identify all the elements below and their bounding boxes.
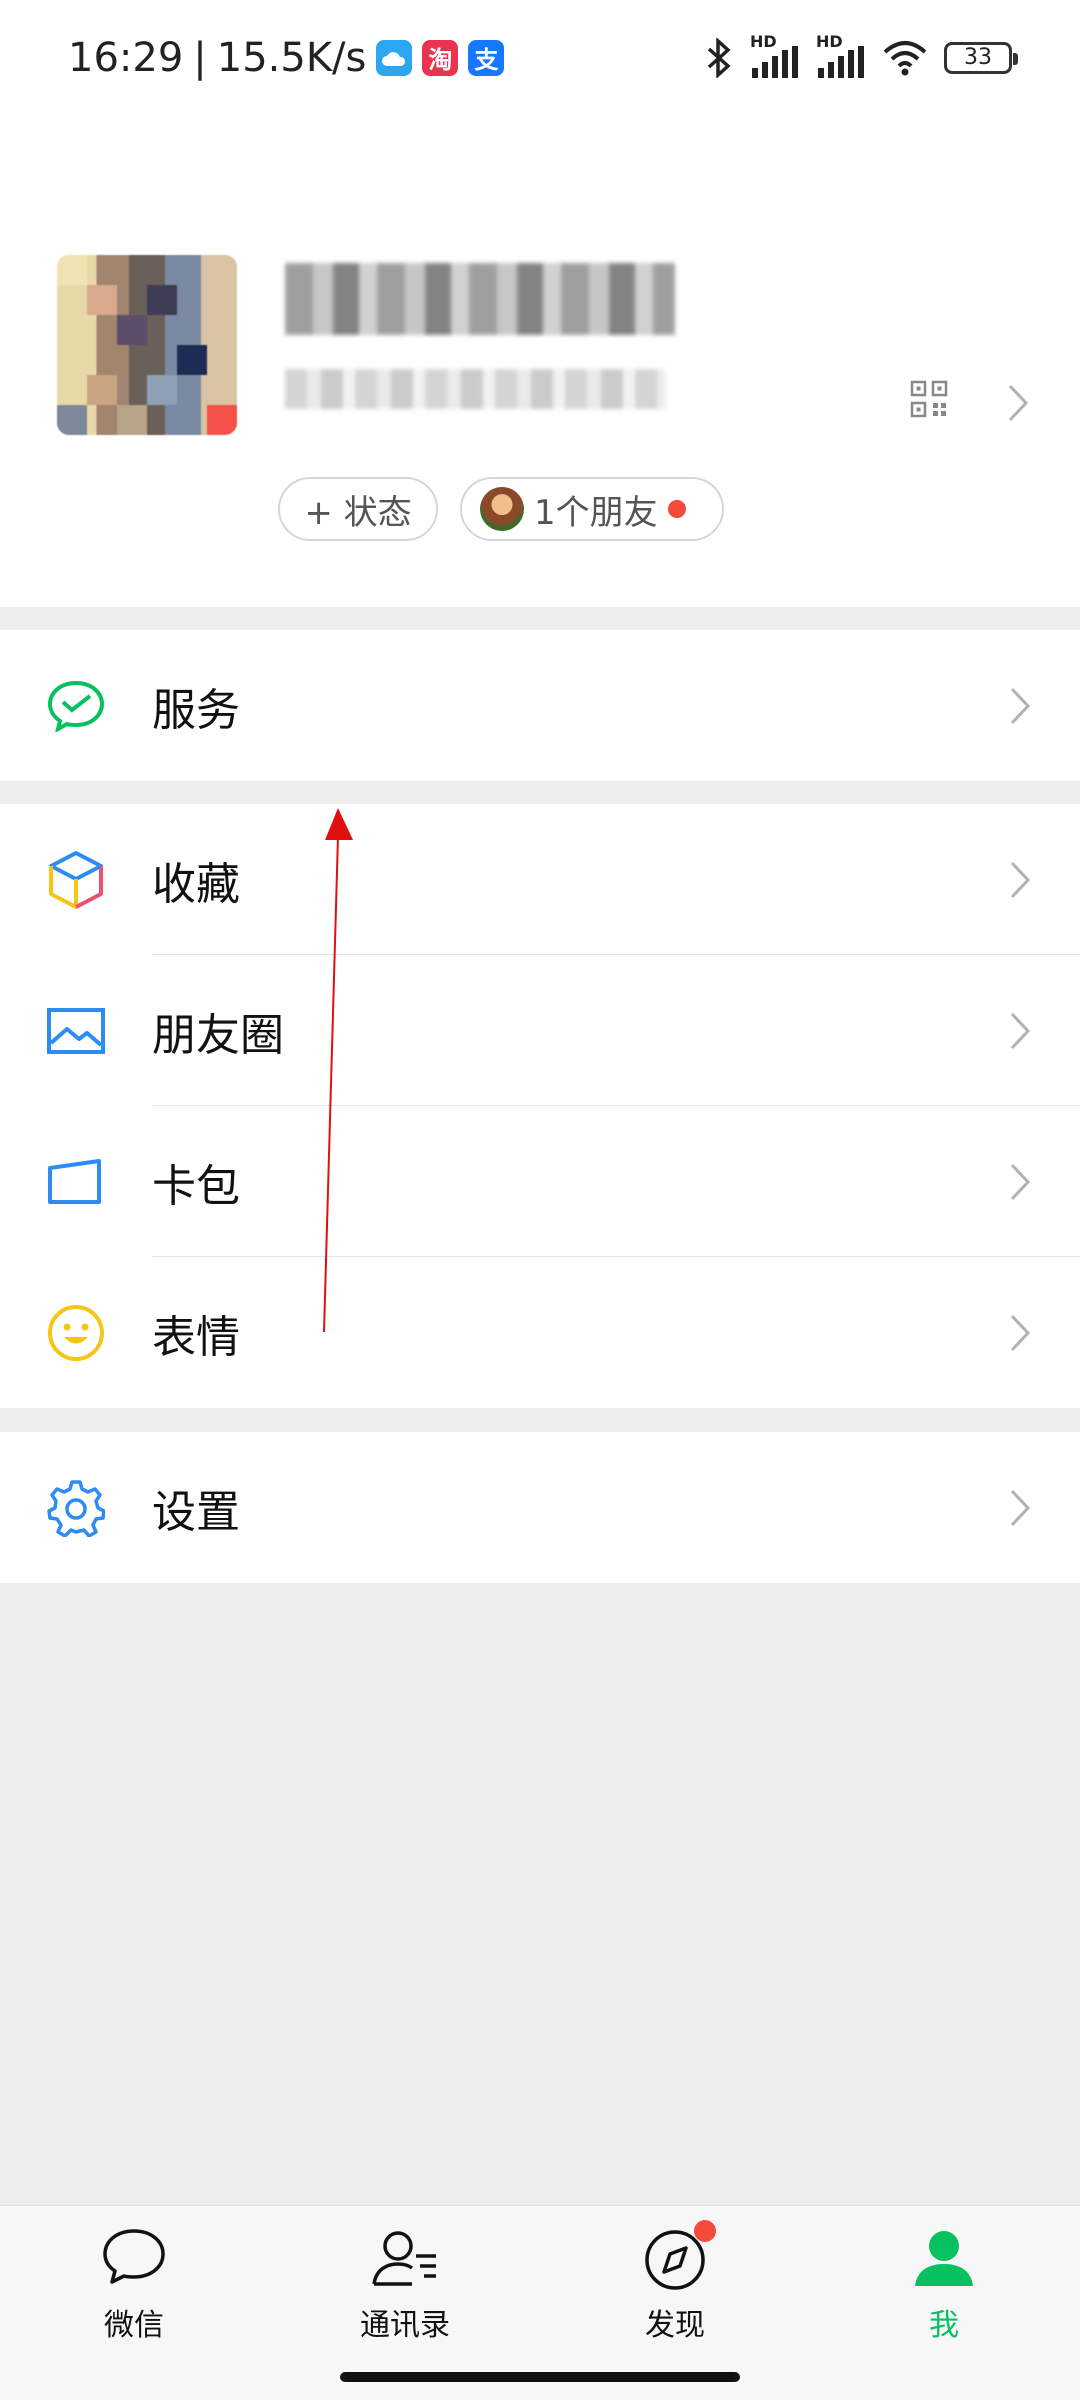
chevron-right-icon: [1010, 1314, 1031, 1351]
tab-label-contacts: 通讯录: [360, 2308, 450, 2343]
menu-label-card-wallet: 卡包: [152, 1160, 240, 1212]
tab-label-me: 我: [929, 2308, 959, 2343]
tab-label-chats: 微信: [104, 2308, 164, 2343]
cell-signal-icon: [752, 45, 798, 78]
avatar[interactable]: [57, 255, 237, 435]
menu-label-moments: 朋友圈: [152, 1009, 284, 1061]
tab-discover[interactable]: 发现: [585, 2220, 765, 2346]
menu-label-services: 服务: [152, 684, 240, 736]
home-indicator[interactable]: [340, 2372, 740, 2382]
chevron-right-icon: [1010, 687, 1031, 724]
tab-contacts[interactable]: 通讯录: [315, 2226, 495, 2346]
menu-item-settings[interactable]: 设置: [0, 1432, 1080, 1583]
cloud-icon: [376, 39, 413, 76]
cell-signal-icon: [818, 45, 864, 78]
alipay-icon: 支: [468, 39, 505, 76]
bottom-tab-bar: 微信 通讯录 发现 我: [0, 2205, 1080, 2400]
compass-icon: [640, 2220, 716, 2292]
menu-item-card-wallet[interactable]: 卡包: [0, 1106, 1080, 1257]
taobao-icon: 淘: [422, 39, 459, 76]
chevron-right-icon: [1010, 1489, 1031, 1526]
qr-code-icon[interactable]: [910, 380, 948, 418]
battery-level: 33: [964, 45, 992, 70]
card-wallet-icon: [44, 1150, 108, 1214]
wechat-pay-service-icon: [44, 674, 108, 738]
alipay-glyph: 支: [474, 46, 499, 74]
menu-item-stickers[interactable]: 表情: [0, 1257, 1080, 1408]
add-status-label: + 状态: [304, 492, 412, 533]
status-separator: |: [193, 34, 207, 81]
signal-2: HD: [816, 32, 866, 78]
profile-header[interactable]: + 状态 1个朋友: [0, 115, 1080, 607]
wechat-me-screen: 16:29 | 15.5K/s 淘 支 HD HD 33 + 状态 1个朋友 服…: [0, 0, 1080, 2400]
wechat-id-blurred: [285, 369, 665, 409]
menu-label-settings: 设置: [152, 1486, 240, 1538]
bluetooth-icon: [707, 37, 731, 78]
tab-me[interactable]: 我: [854, 2226, 1034, 2346]
menu-item-services[interactable]: 服务: [0, 630, 1080, 781]
battery-icon: 33: [944, 41, 1018, 74]
menu-label-favorites: 收藏: [152, 858, 240, 910]
wifi-icon: [883, 40, 927, 75]
network-speed: 15.5K/s: [216, 34, 367, 81]
status-bar: 16:29 | 15.5K/s 淘 支 HD HD 33: [0, 0, 1080, 115]
status-bar-right: HD HD 33: [704, 32, 1018, 78]
menu-group-main: 收藏 朋友圈 卡包 表情: [0, 804, 1080, 1408]
tab-label-discover: 发现: [645, 2308, 705, 2343]
friends-status-label: 1个朋友: [534, 492, 658, 533]
friend-avatar: [480, 487, 524, 531]
unread-dot: [667, 500, 686, 518]
menu-group-services: 服务: [0, 630, 1080, 781]
menu-label-stickers: 表情: [152, 1311, 240, 1363]
friends-status-button[interactable]: 1个朋友: [460, 477, 724, 541]
add-status-button[interactable]: + 状态: [278, 477, 438, 541]
contacts-icon: [370, 2226, 440, 2292]
discover-badge-dot: [694, 2220, 716, 2242]
chevron-right-icon: [1010, 1012, 1031, 1049]
tab-chats[interactable]: 微信: [44, 2226, 224, 2346]
nickname-blurred: [285, 263, 675, 335]
chevron-right-icon: [1010, 861, 1031, 898]
taobao-glyph: 淘: [428, 46, 453, 74]
status-time: 16:29: [68, 34, 184, 81]
status-bar-left: 16:29 | 15.5K/s 淘 支: [68, 34, 505, 81]
settings-gear-icon: [44, 1476, 108, 1540]
sticker-smiley-icon: [44, 1301, 108, 1365]
menu-item-moments[interactable]: 朋友圈: [0, 955, 1080, 1106]
signal-1: HD: [750, 32, 800, 78]
menu-item-favorites[interactable]: 收藏: [0, 804, 1080, 955]
me-person-icon: [909, 2226, 979, 2292]
chevron-right-icon[interactable]: [1006, 383, 1032, 423]
moments-picture-icon: [44, 999, 108, 1063]
menu-group-settings: 设置: [0, 1432, 1080, 1583]
chat-bubble-icon: [99, 2226, 169, 2292]
favorites-cube-icon: [44, 848, 108, 912]
chevron-right-icon: [1010, 1163, 1031, 1200]
